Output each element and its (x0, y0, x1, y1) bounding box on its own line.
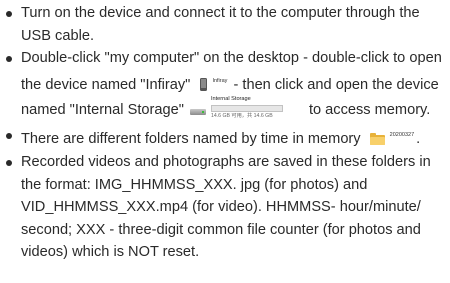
bullet-icon (6, 56, 12, 63)
item-text: . (416, 131, 421, 148)
bullet-icon (6, 133, 12, 140)
list-item-connect: Turn on the device and connect it to the… (0, 2, 450, 47)
device-icon-label: Infiray (212, 77, 228, 84)
storage-name: Internal Storage (210, 96, 251, 103)
item-text: Turn on the device and connect it to the… (21, 5, 420, 44)
item-text: There are different folders named by tim… (21, 131, 361, 148)
list-item-file-format: Recorded videos and photographs are save… (0, 151, 450, 264)
folder-icon (369, 133, 385, 146)
internal-storage-entry: Internal Storage 14.6 GB 可用，共 14.6 GB (210, 96, 283, 124)
bullet-icon (6, 11, 12, 17)
hard-drive-icon (189, 106, 207, 117)
folder-label: 20200327 (389, 132, 415, 139)
bullet-icon (6, 159, 12, 166)
list-item-folders: There are different folders named by tim… (0, 124, 450, 151)
storage-size-text: 14.6 GB 可用，共 14.6 GB (210, 113, 273, 120)
storage-usage-bar (210, 105, 283, 113)
phone-device-icon (198, 77, 209, 91)
instruction-list: Turn on the device and connect it to the… (0, 0, 450, 264)
item-text: Recorded videos and photographs are save… (21, 153, 431, 261)
item-text: to access memory. (308, 102, 431, 119)
list-item-open-device: Double-click "my computer" on the deskto… (0, 47, 450, 124)
